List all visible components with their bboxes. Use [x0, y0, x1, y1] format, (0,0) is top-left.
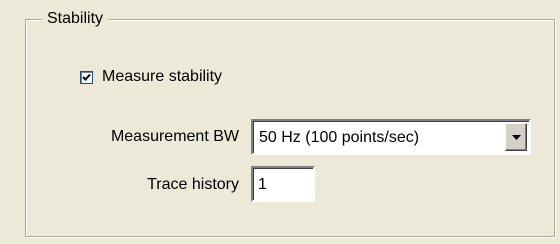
triangle-down-icon: [511, 134, 521, 140]
check-icon: [82, 73, 91, 81]
trace-history-label: Trace history: [147, 176, 239, 193]
measurement-bw-label: Measurement BW: [110, 128, 239, 145]
stability-group-title: Stability: [42, 9, 110, 29]
measure-stability-option[interactable]: Measure stability: [80, 66, 222, 88]
measurement-bw-dropdown[interactable]: 50 Hz (100 points/sec): [251, 119, 531, 155]
measurement-bw-value: 50 Hz (100 points/sec): [259, 129, 420, 146]
trace-history-input[interactable]: 1: [251, 166, 315, 202]
measure-stability-checkbox[interactable]: [80, 70, 93, 84]
measure-stability-label[interactable]: Measure stability: [102, 66, 222, 88]
dropdown-button[interactable]: [505, 123, 527, 151]
